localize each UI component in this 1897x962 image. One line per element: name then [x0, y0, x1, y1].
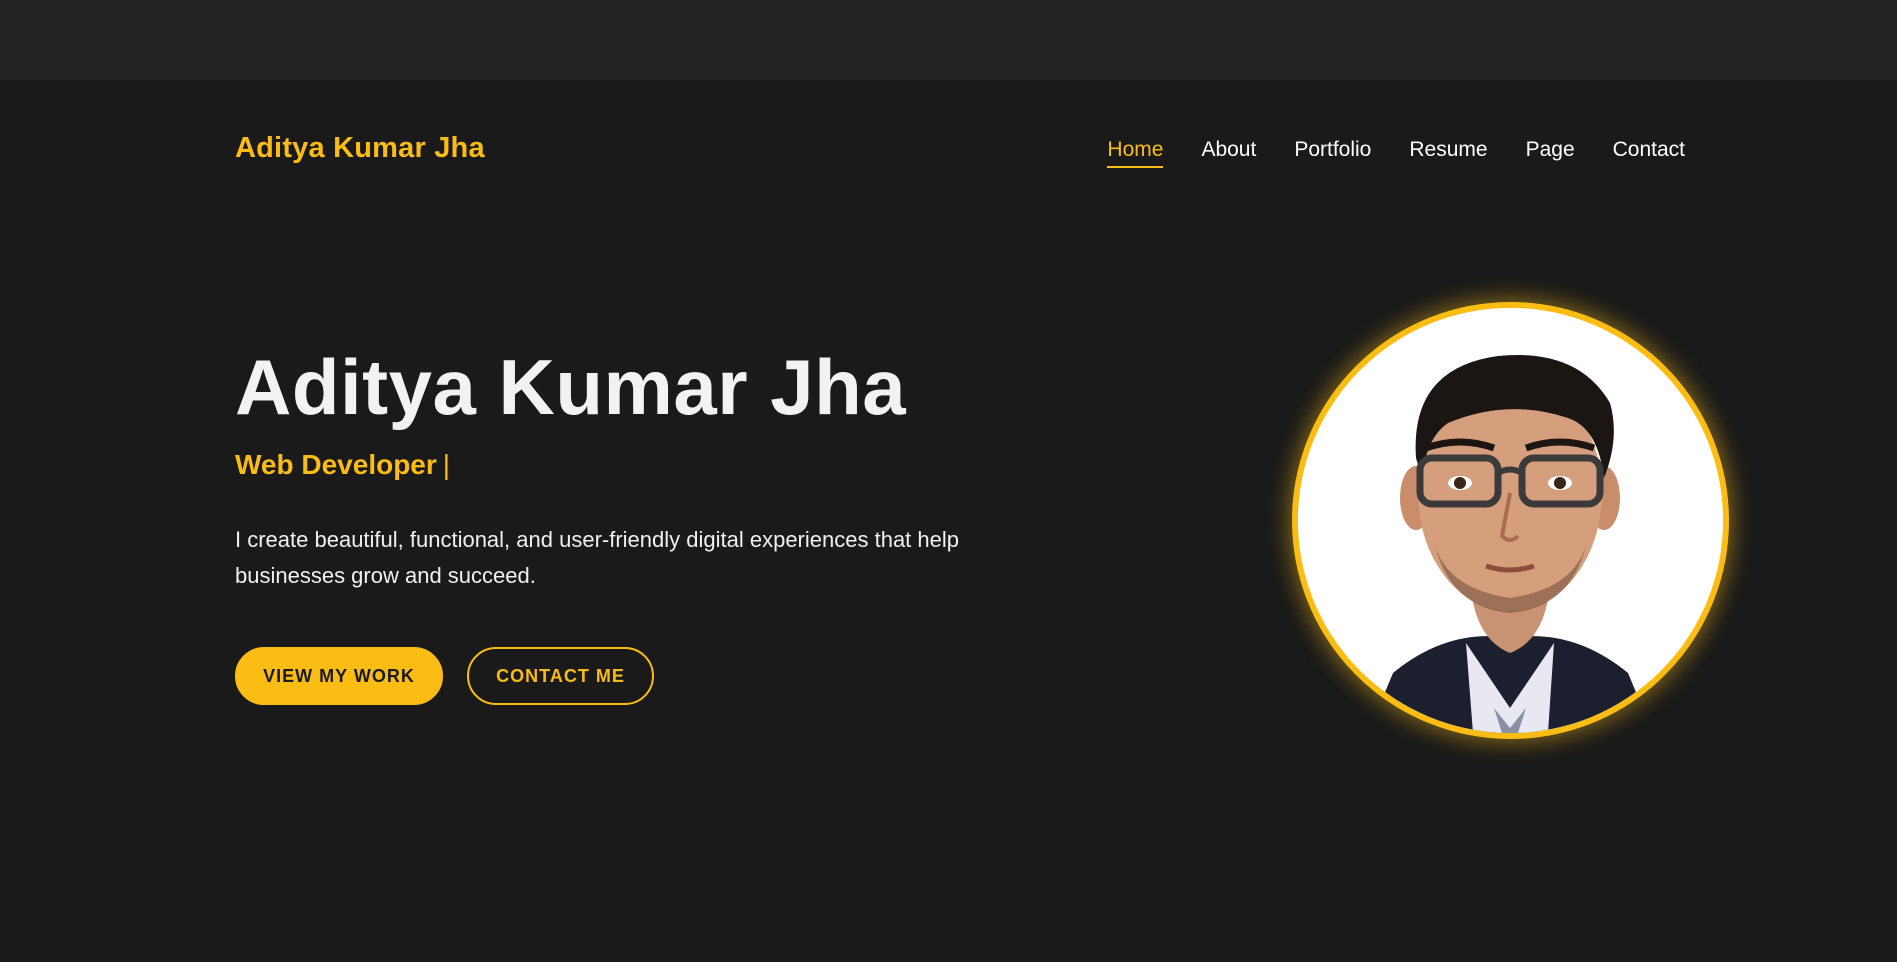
hero-buttons: VIEW MY WORK CONTACT ME	[235, 647, 654, 705]
contact-me-button[interactable]: CONTACT ME	[467, 647, 654, 705]
nav-item-portfolio[interactable]: Portfolio	[1294, 138, 1371, 168]
view-my-work-button[interactable]: VIEW MY WORK	[235, 647, 443, 705]
typing-cursor: |	[442, 449, 451, 480]
nav-item-resume[interactable]: Resume	[1409, 138, 1487, 168]
nav-item-home[interactable]: Home	[1107, 138, 1164, 168]
hero-section: Aditya Kumar Jha Web Developer | I create…	[0, 222, 1897, 962]
main-nav: Home About Portfolio Resume Page Contact	[1107, 138, 1685, 168]
nav-item-contact[interactable]: Contact	[1613, 138, 1685, 168]
browser-top-strip	[0, 0, 1897, 80]
nav-item-about[interactable]: About	[1201, 138, 1256, 168]
profile-photo-icon	[1298, 308, 1723, 733]
navbar: Aditya Kumar Jha Home About Portfolio Re…	[0, 80, 1897, 222]
hero-description: I create beautiful, functional, and user…	[235, 527, 959, 588]
profile-avatar	[1292, 302, 1729, 739]
nav-item-page[interactable]: Page	[1526, 138, 1575, 168]
site-logo[interactable]: Aditya Kumar Jha	[235, 132, 485, 165]
hero-name: Aditya Kumar Jha	[235, 343, 907, 431]
hero-role-text: Web Developer	[235, 449, 437, 480]
hero-role: Web Developer |	[235, 449, 450, 481]
